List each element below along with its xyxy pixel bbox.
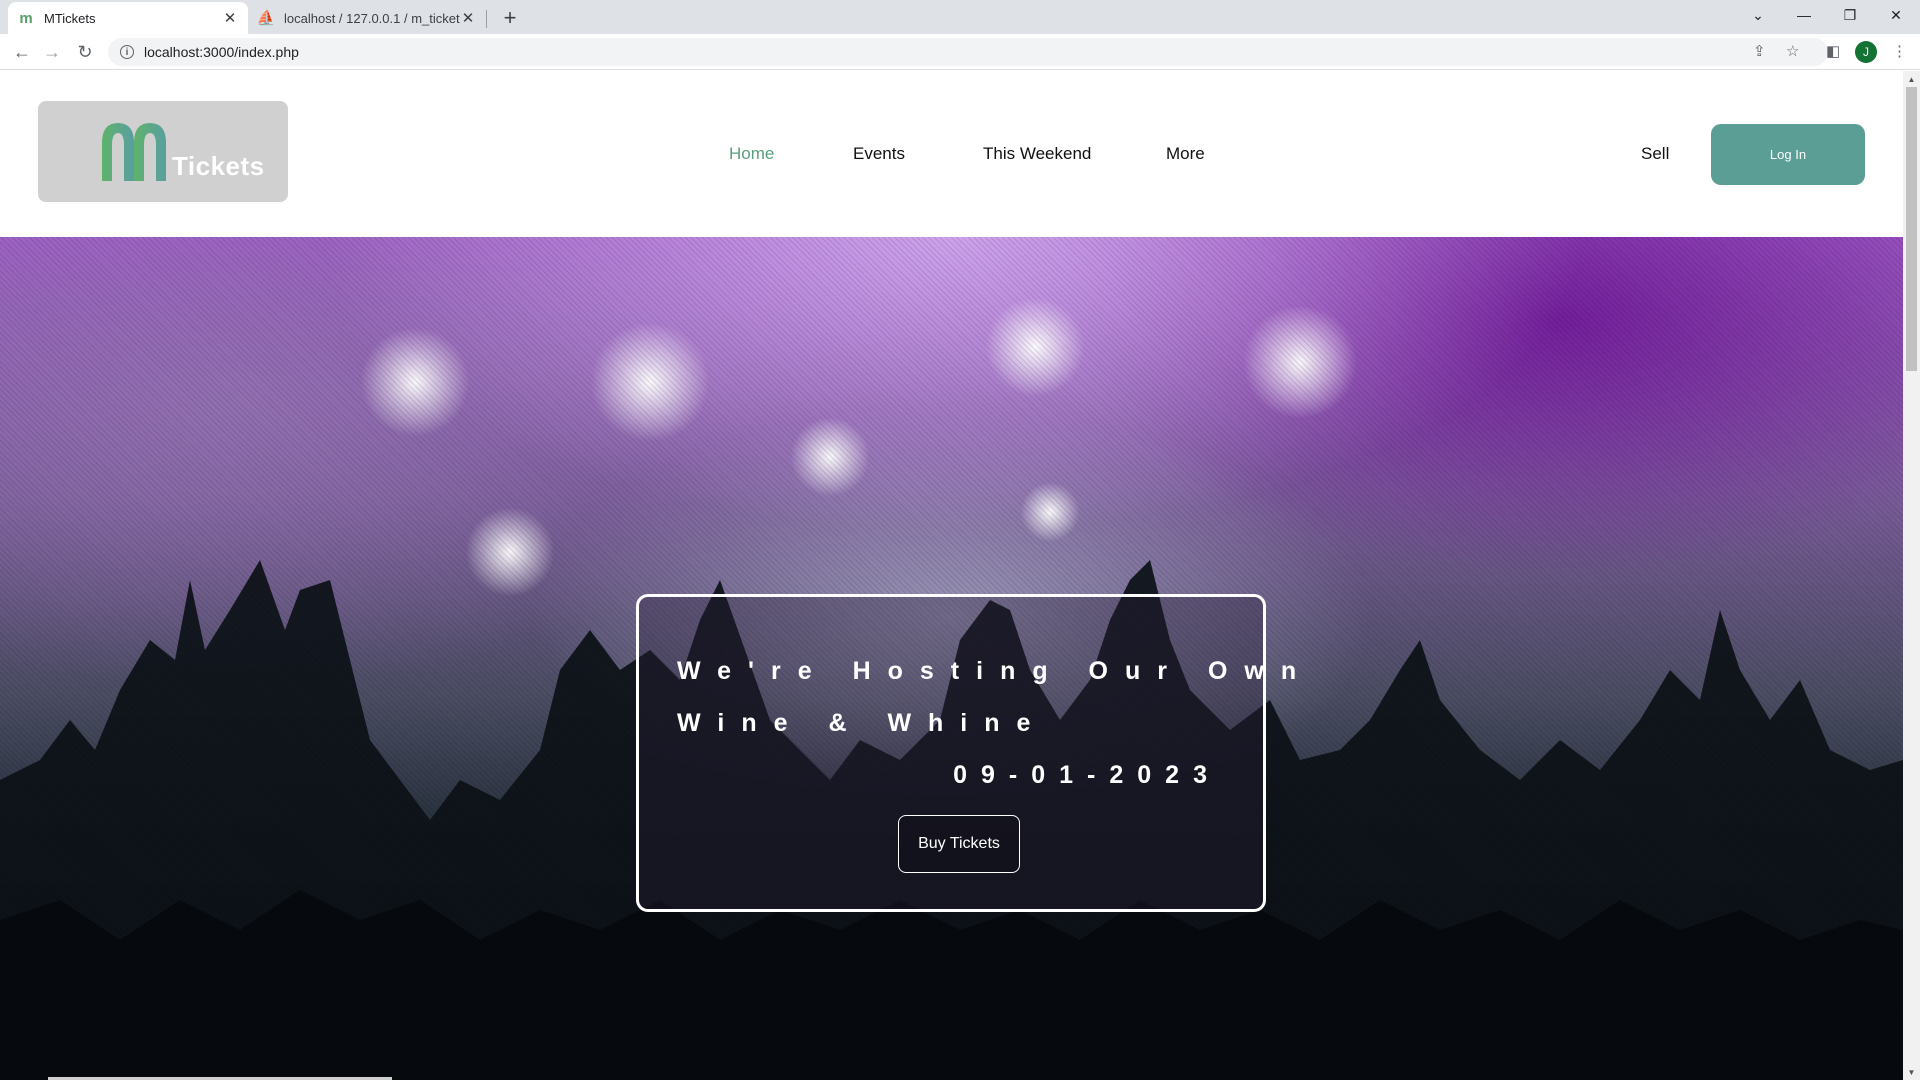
- site-info-icon[interactable]: i: [120, 45, 134, 59]
- side-panel-icon[interactable]: ◧: [1826, 42, 1840, 60]
- buy-tickets-button[interactable]: Buy Tickets: [898, 815, 1020, 873]
- address-bar[interactable]: i localhost:3000/index.php: [108, 38, 1828, 66]
- restore-icon[interactable]: ❐: [1827, 0, 1873, 30]
- mtickets-favicon-icon: m: [19, 9, 33, 27]
- event-headline: We're Hosting Our Own: [677, 657, 1314, 685]
- reload-icon[interactable]: ↻: [71, 38, 99, 66]
- close-tab-icon[interactable]: ✕: [460, 10, 476, 27]
- site-logo[interactable]: Tickets: [38, 101, 288, 202]
- scrollbar-thumb[interactable]: [1906, 87, 1917, 371]
- tab-search-icon[interactable]: ⌄: [1735, 0, 1781, 30]
- nav-events[interactable]: Events: [853, 144, 905, 164]
- new-tab-icon[interactable]: +: [497, 5, 523, 31]
- back-icon[interactable]: ←: [8, 38, 36, 66]
- hero-banner: We're Hosting Our Own Wine & Whine 09-01…: [0, 237, 1903, 1080]
- phpmyadmin-favicon-icon: ⛵: [256, 10, 276, 27]
- tab-title: localhost / 127.0.0.1 / m_ticketi /: [284, 10, 460, 26]
- logo-text: Tickets: [172, 151, 265, 181]
- tab-phpmyadmin[interactable]: ⛵ localhost / 127.0.0.1 / m_ticketi / ✕: [248, 2, 486, 34]
- tab-separator: [486, 10, 487, 28]
- menu-kebab-icon[interactable]: ⋮: [1892, 42, 1907, 60]
- scroll-down-icon[interactable]: ▼: [1903, 1064, 1920, 1080]
- page-scrollbar[interactable]: ▲ ▼: [1903, 71, 1920, 1080]
- bookmark-star-icon[interactable]: ☆: [1786, 42, 1799, 60]
- profile-avatar[interactable]: J: [1855, 41, 1877, 63]
- site-header: Tickets Home Events This Weekend More Se…: [0, 71, 1903, 237]
- tab-title: MTickets: [44, 10, 96, 26]
- forward-icon[interactable]: →: [38, 38, 66, 66]
- url-text: localhost:3000/index.php: [144, 44, 299, 60]
- tab-strip: m MTickets ✕ ⛵ localhost / 127.0.0.1 / m…: [0, 0, 1920, 34]
- share-icon[interactable]: ⇪: [1753, 42, 1766, 60]
- window-close-icon[interactable]: ✕: [1873, 0, 1919, 30]
- scroll-up-icon[interactable]: ▲: [1903, 71, 1920, 87]
- logo-m-icon: [102, 123, 166, 181]
- browser-toolbar: ← → ↻ i localhost:3000/index.php: [0, 34, 1920, 70]
- event-date: 09-01-2023: [953, 761, 1221, 789]
- sell-link[interactable]: Sell: [1641, 144, 1669, 164]
- nav-home[interactable]: Home: [729, 144, 774, 164]
- nav-this-weekend[interactable]: This Weekend: [983, 144, 1091, 164]
- event-name: Wine & Whine: [677, 709, 1048, 737]
- login-button[interactable]: Log In: [1711, 124, 1865, 185]
- minimize-icon[interactable]: —: [1781, 0, 1827, 30]
- close-tab-icon[interactable]: ✕: [222, 10, 238, 27]
- tab-mtickets[interactable]: m MTickets ✕: [8, 2, 248, 34]
- page-viewport: Tickets Home Events This Weekend More Se…: [0, 71, 1903, 1080]
- event-card: We're Hosting Our Own Wine & Whine 09-01…: [636, 594, 1296, 912]
- nav-more[interactable]: More: [1166, 144, 1205, 164]
